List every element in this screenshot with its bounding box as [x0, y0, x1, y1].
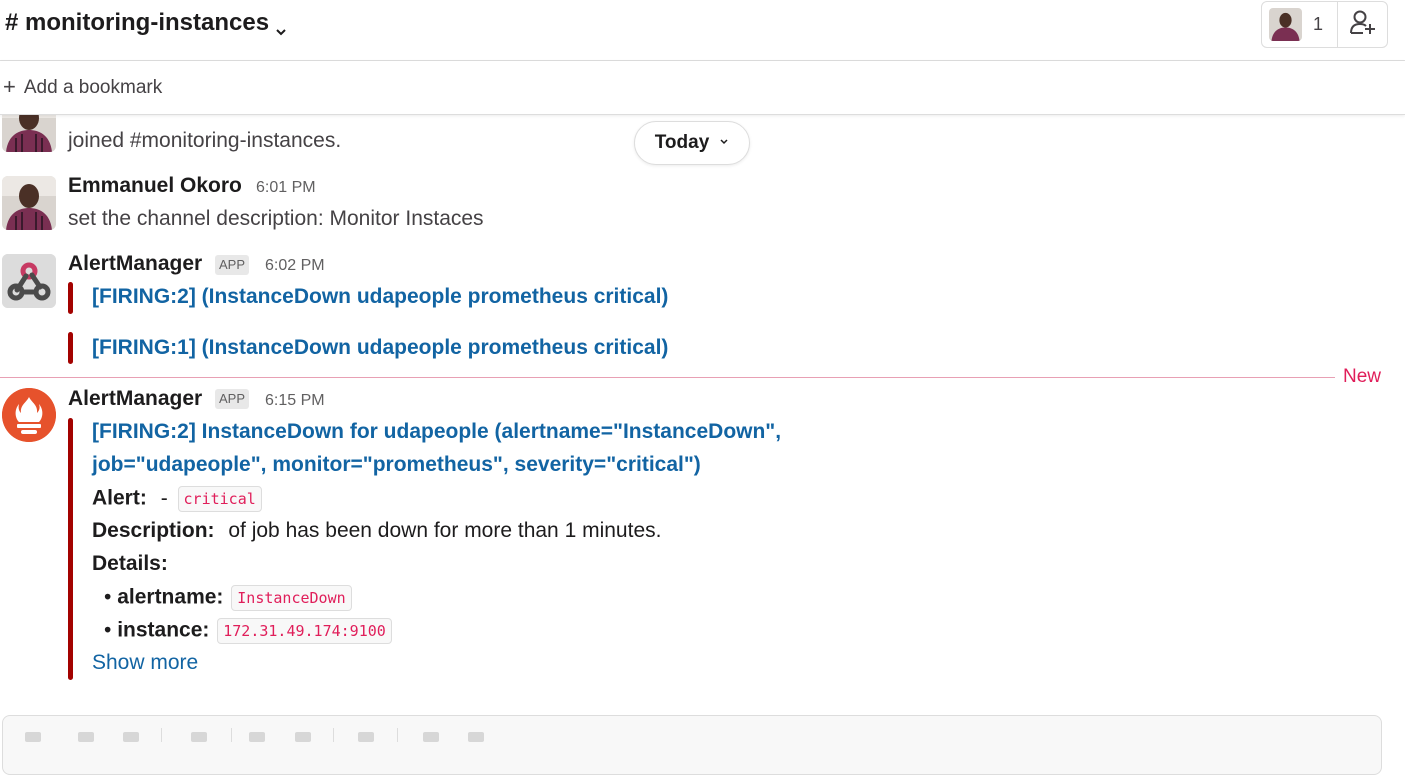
attachment-bar [68, 282, 73, 314]
details-label: Details: [92, 552, 168, 575]
toolbar-divider [397, 728, 398, 742]
severity-code: critical [177, 486, 262, 512]
alert-title-link[interactable]: job="udapeople", monitor="prometheus", s… [92, 453, 701, 477]
message-author[interactable]: AlertManager [68, 387, 202, 411]
alert-severity-row: Alert: - critical [92, 486, 262, 512]
show-more-link[interactable]: Show more [92, 651, 198, 675]
code-icon[interactable] [423, 732, 439, 742]
link-icon[interactable] [191, 732, 207, 742]
italic-icon[interactable] [78, 732, 94, 742]
message-author[interactable]: Emmanuel Okoro [68, 174, 242, 198]
message-timestamp[interactable]: 6:01 PM [256, 179, 316, 197]
attachment-bar [68, 332, 73, 364]
details-list-item: • alertname: InstanceDown [104, 585, 352, 611]
app-badge: APP [215, 255, 250, 275]
details-list-item: • instance: 172.31.49.174:9100 [104, 618, 392, 644]
detail-value-code: InstanceDown [231, 585, 352, 611]
user-avatar[interactable] [2, 176, 56, 230]
description-label: Description: [92, 519, 215, 542]
message-text: set the channel description: Monitor Ins… [68, 207, 484, 230]
toolbar-divider [161, 728, 162, 742]
channel-name-button[interactable]: # monitoring-instances [5, 6, 287, 40]
member-count: 1 [1313, 14, 1324, 34]
bullet: • [104, 618, 112, 642]
new-messages-label: New [1343, 366, 1382, 387]
blockquote-icon[interactable] [358, 732, 374, 742]
webhook-icon[interactable] [2, 254, 56, 308]
header-actions: 1 [1261, 1, 1388, 48]
add-member-icon [1349, 9, 1377, 40]
detail-key: instance: [117, 618, 210, 642]
detail-value-code: 172.31.49.174:9100 [217, 618, 392, 644]
bookmark-bar: + Add a bookmark [0, 61, 1405, 115]
plus-icon: + [3, 74, 16, 99]
toolbar-divider [231, 728, 232, 742]
chevron-down-icon [275, 17, 287, 36]
alert-dash: - [160, 486, 168, 510]
message-composer[interactable] [2, 715, 1382, 775]
add-member-button[interactable] [1338, 2, 1387, 47]
jump-to-date-button[interactable]: Today [634, 121, 750, 165]
message-author[interactable]: AlertManager [68, 252, 202, 276]
alert-title-link[interactable]: [FIRING:2] InstanceDown for udapeople (a… [92, 420, 781, 444]
add-bookmark-button[interactable]: + Add a bookmark [3, 74, 163, 101]
attachment-bar [68, 418, 73, 680]
chevron-down-icon [719, 136, 729, 150]
channel-name: # monitoring-instances [5, 9, 270, 36]
bold-icon[interactable] [25, 732, 41, 742]
detail-key: alertname: [117, 585, 224, 609]
message-timestamp[interactable]: 6:15 PM [265, 392, 325, 410]
ordered-list-icon[interactable] [249, 732, 265, 742]
add-bookmark-label: Add a bookmark [23, 77, 163, 98]
strikethrough-icon[interactable] [123, 732, 139, 742]
app-badge: APP [215, 389, 250, 409]
new-messages-divider [0, 377, 1335, 378]
alert-attachment-link[interactable]: [FIRING:1] (InstanceDown udapeople prome… [92, 336, 668, 360]
prometheus-icon[interactable] [2, 388, 56, 442]
channel-header: # monitoring-instances 1 [0, 0, 1405, 61]
alert-label: Alert: [92, 486, 147, 510]
description-text: of job has been down for more than 1 min… [228, 519, 662, 542]
bullet: • [104, 585, 112, 609]
member-avatar [1269, 8, 1302, 41]
message-text: joined #monitoring-instances. [68, 129, 342, 152]
date-pill-label: Today [654, 132, 710, 153]
code-block-icon[interactable] [468, 732, 484, 742]
toolbar-divider [333, 728, 334, 742]
alert-description-row: Description: of job has been down for mo… [92, 519, 661, 543]
bulleted-list-icon[interactable] [295, 732, 311, 742]
alert-attachment-link[interactable]: [FIRING:2] (InstanceDown udapeople prome… [92, 285, 668, 309]
message-timestamp[interactable]: 6:02 PM [265, 257, 325, 275]
view-members-button[interactable]: 1 [1262, 2, 1338, 47]
